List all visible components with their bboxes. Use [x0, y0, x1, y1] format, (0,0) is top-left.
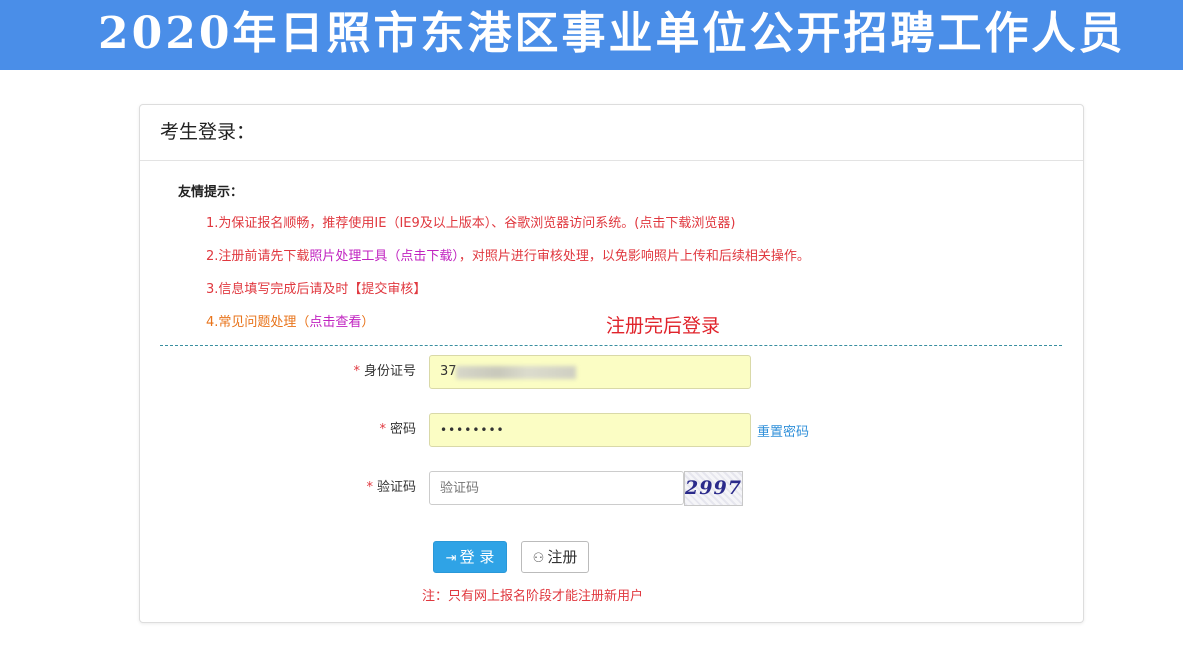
dashed-divider: [160, 345, 1062, 346]
id-number-input[interactable]: 37: [429, 355, 751, 389]
password-label-text: 密码: [389, 422, 416, 437]
login-icon: ⇥: [445, 551, 457, 566]
captcha-label-text: 验证码: [376, 480, 416, 495]
tip-faq: 4.常见问题处理（点击查看）: [206, 314, 374, 332]
register-button[interactable]: ⚇ 注册: [521, 541, 589, 573]
tip-browser-text[interactable]: 1.为保证报名顺畅，推荐使用IE（IE9及以上版本）、谷歌浏览器访问系统。(点击…: [206, 216, 735, 231]
login-button[interactable]: ⇥ 登 录: [433, 541, 507, 573]
user-icon: ⚇: [532, 551, 545, 566]
captcha-label: * 验证码: [276, 479, 416, 497]
reset-password-link[interactable]: 重置密码: [757, 421, 809, 440]
panel-header: 考生登录：: [140, 105, 1083, 161]
id-number-value: 37: [440, 364, 457, 379]
tip-photo-tool-suffix: ，对照片进行审核处理，以免影响照片上传和后续相关操作。: [458, 249, 810, 264]
required-mark: *: [366, 480, 373, 495]
login-button-label: 登 录: [459, 548, 495, 566]
password-input[interactable]: ••••••••: [429, 413, 751, 447]
required-mark: *: [353, 364, 360, 379]
tip-browser[interactable]: 1.为保证报名顺畅，推荐使用IE（IE9及以上版本）、谷歌浏览器访问系统。(点击…: [206, 215, 735, 233]
panel-title: 考生登录：: [160, 121, 256, 143]
header-banner: 2020年日照市东港区事业单位公开招聘工作人员: [0, 0, 1183, 70]
faq-view-link[interactable]: 点击查看: [309, 315, 361, 330]
captcha-input[interactable]: [429, 471, 684, 505]
photo-tool-download-link[interactable]: 照片处理工具（点击下载）: [309, 249, 459, 264]
required-mark: *: [379, 422, 386, 437]
password-label: * 密码: [276, 421, 416, 439]
banner-title: 2020年日照市东港区事业单位公开招聘工作人员: [98, 8, 1126, 59]
annotation-register-then-login: 注册完后登录: [606, 315, 721, 337]
id-number-label: * 身份证号: [276, 363, 416, 381]
register-button-label: 注册: [547, 548, 578, 566]
password-value: ••••••••: [440, 423, 505, 437]
captcha-image[interactable]: 2997: [684, 471, 743, 506]
tip-submit-review: 3.信息填写完成后请及时【提交审核】: [206, 282, 427, 297]
tip-faq-prefix: 4.常见问题处理（: [206, 315, 310, 330]
tip-photo-tool: 2.注册前请先下载照片处理工具（点击下载），对照片进行审核处理，以免影响照片上传…: [206, 248, 810, 266]
registration-note: 注：只有网上报名阶段才能注册新用户: [422, 589, 644, 604]
login-panel: 考生登录： 友情提示： 1.为保证报名顺畅，推荐使用IE（IE9及以上版本）、谷…: [139, 104, 1084, 623]
tip-faq-suffix: ）: [361, 315, 375, 330]
id-number-label-text: 身份证号: [363, 364, 416, 379]
tips-title: 友情提示：: [178, 185, 244, 200]
id-number-redaction: [456, 366, 576, 379]
tip-photo-tool-prefix: 2.注册前请先下载: [206, 249, 310, 264]
